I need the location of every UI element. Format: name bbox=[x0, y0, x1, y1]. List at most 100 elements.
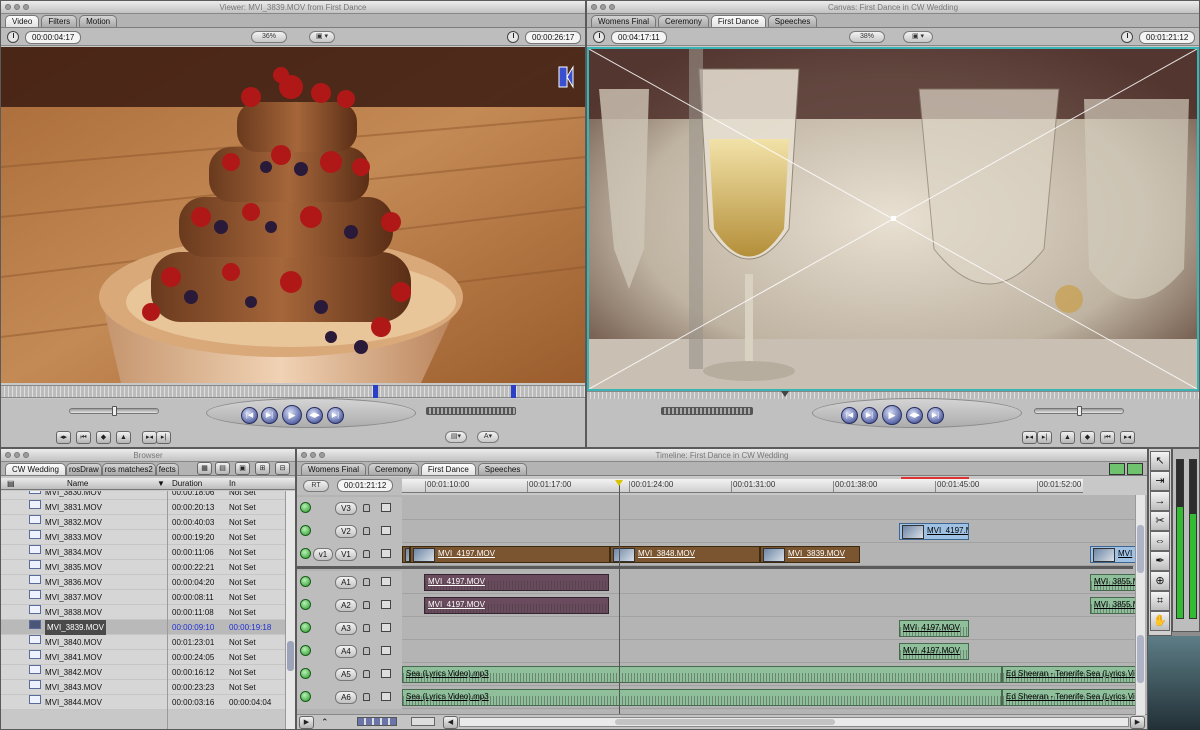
track-header-a5[interactable]: A5 bbox=[297, 663, 402, 686]
viewer-recent-clips-popup[interactable]: ▤▾ bbox=[445, 431, 467, 443]
zoom-button[interactable] bbox=[23, 452, 29, 458]
clip-overlays-icon[interactable]: ⌃ bbox=[321, 717, 329, 728]
browser-row[interactable]: MVI_3838.MOV 00:00:11:08 Not Set bbox=[1, 605, 285, 620]
track-lock-icon[interactable] bbox=[363, 550, 370, 558]
scroll-right-button[interactable]: ▶ bbox=[1130, 716, 1145, 729]
browser-scroll-thumb[interactable] bbox=[287, 641, 294, 671]
viewer-shuttle-slider[interactable] bbox=[69, 406, 159, 416]
tab-cw-wedding[interactable]: CW Wedding bbox=[5, 463, 66, 475]
audio-clip[interactable]: MVI_4197.MOV bbox=[424, 597, 609, 614]
close-button[interactable] bbox=[591, 4, 597, 10]
track-lane-a4[interactable]: MVI_4197.MOV bbox=[402, 640, 1137, 663]
track-select-icon[interactable]: ⇥ bbox=[1150, 471, 1170, 491]
track-lane-v3[interactable] bbox=[402, 497, 1137, 520]
canvas-duration[interactable]: 00:01:21:12 bbox=[1139, 31, 1196, 44]
viewer-play-button[interactable]: ▶ bbox=[282, 405, 302, 425]
tab-ceremony[interactable]: Ceremony bbox=[657, 15, 709, 27]
pen-icon[interactable]: ✒ bbox=[1150, 551, 1170, 571]
minimize-button[interactable] bbox=[14, 4, 20, 10]
canvas-mark-in-button[interactable]: ▸◂ bbox=[1022, 431, 1037, 444]
canvas-video-frame[interactable] bbox=[587, 47, 1199, 391]
timeline-titlebar[interactable]: Timeline: First Dance in CW Wedding bbox=[297, 449, 1147, 462]
tab-first-dance[interactable]: First Dance bbox=[420, 463, 476, 475]
linking-toggle-icon[interactable] bbox=[1127, 463, 1143, 475]
viewer-playhead-in-icon[interactable] bbox=[373, 385, 378, 398]
browser-row[interactable]: MVI_3841.MOV 00:00:24:05 Not Set bbox=[1, 650, 285, 665]
tab-womens-final[interactable]: Womens Final bbox=[301, 463, 366, 475]
track-header-v3[interactable]: V3 bbox=[297, 497, 402, 520]
track-visibility-icon[interactable] bbox=[300, 525, 311, 536]
auto-select-icon[interactable] bbox=[381, 577, 391, 586]
browser-row[interactable]: MVI_3831.MOV 00:00:20:13 Not Set bbox=[1, 500, 285, 515]
video-clip[interactable]: MVI_3839.MOV bbox=[760, 546, 860, 563]
track-lock-icon[interactable] bbox=[363, 624, 370, 632]
close-button[interactable] bbox=[5, 452, 11, 458]
tab-effects[interactable]: fects bbox=[155, 463, 179, 475]
canvas-timecode[interactable]: 00:04:17:11 bbox=[611, 31, 667, 44]
browser-bin-button[interactable]: ⊞ bbox=[255, 462, 270, 475]
track-visibility-icon[interactable] bbox=[300, 502, 311, 513]
track-lane-v2[interactable]: MVI_4197.M bbox=[402, 520, 1137, 543]
auto-select-icon[interactable] bbox=[381, 503, 391, 512]
track-visibility-icon[interactable] bbox=[300, 548, 311, 559]
track-label[interactable]: V1 bbox=[335, 548, 357, 561]
auto-select-icon[interactable] bbox=[381, 669, 391, 678]
track-lock-icon[interactable] bbox=[363, 527, 370, 535]
track-audible-icon[interactable] bbox=[300, 691, 311, 702]
browser-row[interactable]: MVI_3833.MOV 00:00:19:20 Not Set bbox=[1, 530, 285, 545]
audio-clip[interactable]: Sea (Lyrics Video).mp3 bbox=[402, 689, 1002, 706]
viewer-mark-in-button[interactable]: ▸◂ bbox=[142, 431, 157, 444]
track-header-a4[interactable]: A4 bbox=[297, 640, 402, 663]
viewer-go-to-in-button[interactable]: |◀ bbox=[241, 407, 258, 424]
audio-clip[interactable]: MVI_3855.MOV bbox=[1090, 597, 1140, 614]
video-clip[interactable]: MVI bbox=[1090, 546, 1140, 563]
minimize-button[interactable] bbox=[600, 4, 606, 10]
viewer-mark-out-button[interactable]: ▸| bbox=[156, 431, 171, 444]
timeline-timecode[interactable]: 00:01:21:12 bbox=[337, 479, 394, 492]
playhead-marker-icon[interactable] bbox=[615, 480, 623, 486]
track-lane-a1[interactable]: MVI_4197.MOV MVI_3855.MOV bbox=[402, 571, 1140, 594]
timeline-vertical-scrollbar[interactable] bbox=[1135, 495, 1145, 715]
viewer-duration[interactable]: 00:00:26:17 bbox=[525, 31, 582, 44]
video-clip[interactable]: MVI bbox=[402, 546, 410, 563]
browser-options-button[interactable]: ⊟ bbox=[275, 462, 290, 475]
zoom-icon[interactable]: ⊕ bbox=[1150, 571, 1170, 591]
canvas-add-marker-button[interactable]: ▲ bbox=[1060, 431, 1075, 444]
track-label[interactable]: A5 bbox=[335, 668, 357, 681]
track-lock-icon[interactable] bbox=[363, 504, 370, 512]
window-controls[interactable] bbox=[5, 4, 29, 10]
tab-speeches[interactable]: Speeches bbox=[767, 15, 818, 27]
auto-select-icon[interactable] bbox=[381, 549, 391, 558]
video-clip[interactable]: MVI_3848.MOV bbox=[610, 546, 760, 563]
viewer-video-frame[interactable] bbox=[1, 47, 585, 383]
column-duration[interactable]: Duration bbox=[172, 478, 202, 489]
minimize-button[interactable] bbox=[310, 452, 316, 458]
track-label[interactable]: V3 bbox=[335, 502, 357, 515]
close-button[interactable] bbox=[301, 452, 307, 458]
viewer-mark-clip-button[interactable]: ⏮ bbox=[76, 431, 91, 444]
audio-clip[interactable]: MVI_4197.MOV bbox=[899, 620, 969, 637]
track-lane-v1[interactable]: MVI MVI_4197.MOV MVI_3848.MOV MVI_3839.MOV M… bbox=[402, 543, 1140, 566]
edit-select-icon[interactable]: → bbox=[1150, 491, 1170, 511]
track-lane-a2[interactable]: MVI_4197.MOV MVI_3855.MOV bbox=[402, 594, 1140, 617]
viewer-view-popup[interactable]: ▣ ▾ bbox=[309, 31, 335, 43]
viewer-titlebar[interactable]: Viewer: MVI_3839.MOV from First Dance bbox=[1, 1, 585, 14]
track-header-a3[interactable]: A3 bbox=[297, 617, 402, 640]
razor-icon[interactable]: ✂ bbox=[1150, 511, 1170, 531]
canvas-titlebar[interactable]: Canvas: First Dance in CW Wedding bbox=[587, 1, 1199, 14]
canvas-play-in-to-out-button[interactable]: ▶| bbox=[861, 407, 878, 424]
browser-row[interactable]: MVI_3834.MOV 00:00:11:06 Not Set bbox=[1, 545, 285, 560]
canvas-shuttle-slider[interactable] bbox=[1034, 406, 1124, 416]
browser-large-icon-button[interactable]: ▣ bbox=[235, 462, 250, 475]
track-lock-icon[interactable] bbox=[363, 647, 370, 655]
canvas-go-to-in-button[interactable]: |◀ bbox=[841, 407, 858, 424]
canvas-view-popup[interactable]: ▣ ▾ bbox=[903, 31, 933, 43]
zoom-button[interactable] bbox=[23, 4, 29, 10]
video-clip[interactable]: MVI_4197.MOV bbox=[410, 546, 610, 563]
timeline-scroll-thumb[interactable] bbox=[615, 719, 835, 725]
browser-titlebar[interactable]: Browser bbox=[1, 449, 295, 462]
browser-row[interactable]: MVI_3843.MOV 00:00:23:23 Not Set bbox=[1, 680, 285, 695]
track-lane-a3[interactable]: MVI_4197.MOV bbox=[402, 617, 1137, 640]
track-header-a2[interactable]: A2 bbox=[297, 594, 402, 617]
audio-clip[interactable]: Ed Sheeran - Tenerife Sea (Lyrics Vid bbox=[1002, 689, 1140, 706]
